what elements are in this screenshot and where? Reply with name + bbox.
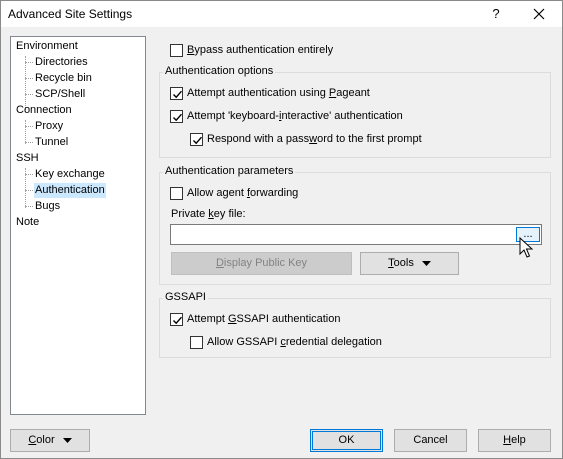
gssapi-auth-checkbox[interactable]: Attempt GSSAPI authentication	[170, 311, 341, 327]
tree-item-proxy[interactable]: Proxy	[34, 119, 64, 134]
tree-item-bugs[interactable]: Bugs	[34, 199, 61, 214]
agent-forwarding-checkbox[interactable]: Allow agent forwarding	[170, 185, 298, 201]
tree-connector	[25, 190, 33, 191]
checkbox-label: Respond with a password to the first pro…	[207, 133, 422, 145]
tree-item-key-exchange[interactable]: Key exchange	[34, 167, 106, 182]
checkbox-label: Allow GSSAPI credential delegation	[207, 336, 382, 348]
tree-item-environment[interactable]: Environment	[15, 39, 79, 54]
respond-password-checkbox[interactable]: Respond with a password to the first pro…	[190, 131, 422, 147]
color-label: Color	[28, 434, 55, 446]
tree-item-tunnel[interactable]: Tunnel	[34, 135, 69, 150]
title-bar: Advanced Site Settings ?	[1, 1, 562, 27]
checkbox-box[interactable]	[190, 132, 203, 146]
tree-connector	[25, 120, 26, 144]
tree-item-directories[interactable]: Directories	[34, 55, 89, 70]
advanced-site-settings-dialog: Advanced Site Settings ? Environment Dir…	[0, 0, 563, 459]
tree-item-ssh[interactable]: SSH	[15, 151, 40, 166]
window-title: Advanced Site Settings	[8, 7, 133, 21]
display-public-key-button: Display Public Key	[171, 252, 352, 275]
help-icon[interactable]: ?	[486, 4, 506, 24]
checkbox-label: Attempt GSSAPI authentication	[187, 313, 341, 325]
checkbox-label: Attempt authentication using Pageant	[187, 87, 370, 99]
tree-item-note[interactable]: Note	[15, 215, 40, 230]
help-button[interactable]: Help	[478, 429, 551, 452]
tree-item-scp-shell[interactable]: SCP/Shell	[34, 87, 86, 102]
tree-connector	[25, 78, 33, 79]
tree-connector	[25, 142, 33, 143]
checkbox-label: Allow agent forwarding	[187, 187, 299, 199]
settings-tree[interactable]: Environment Directories Recycle bin SCP/…	[10, 36, 146, 415]
caret-down-icon	[421, 261, 431, 266]
cancel-button[interactable]: Cancel	[394, 429, 467, 452]
bypass-auth-checkbox[interactable]: Bypass authentication entirely	[170, 42, 333, 58]
tree-connector	[25, 174, 33, 175]
private-key-label: Private key file:	[171, 208, 246, 220]
tree-item-authentication[interactable]: Authentication	[34, 183, 106, 198]
checkbox-box[interactable]	[170, 186, 183, 200]
keyboard-interactive-checkbox[interactable]: Attempt 'keyboard-interactive' authentic…	[170, 108, 403, 124]
checkbox-label: Attempt 'keyboard-interactive' authentic…	[187, 110, 403, 122]
tools-dropdown-button[interactable]: Tools	[360, 252, 459, 275]
gssapi-title: GSSAPI	[163, 291, 208, 303]
tree-connector	[25, 94, 33, 95]
tools-label: Tools	[388, 257, 414, 269]
checkbox-label: Bypass authentication entirely	[187, 44, 334, 56]
tree-connector	[25, 126, 33, 127]
checkbox-box[interactable]	[170, 43, 183, 57]
tree-item-recycle-bin[interactable]: Recycle bin	[34, 71, 93, 86]
checkbox-box[interactable]	[190, 335, 203, 349]
checkbox-box[interactable]	[170, 86, 183, 100]
auth-options-title: Authentication options	[163, 65, 276, 77]
private-key-input[interactable]	[170, 224, 542, 245]
ok-button[interactable]: OK	[310, 429, 383, 452]
gssapi-delegation-checkbox[interactable]: Allow GSSAPI credential delegation	[190, 334, 382, 350]
pageant-checkbox[interactable]: Attempt authentication using Pageant	[170, 85, 370, 101]
checkbox-box[interactable]	[170, 109, 183, 123]
close-icon[interactable]	[528, 4, 550, 24]
checkbox-box[interactable]	[170, 312, 183, 326]
mouse-cursor-icon	[519, 237, 533, 258]
auth-params-title: Authentication parameters	[163, 165, 296, 177]
tree-connector	[25, 62, 33, 63]
color-dropdown-button[interactable]: Color	[10, 429, 90, 452]
tree-item-connection[interactable]: Connection	[15, 103, 73, 118]
caret-down-icon	[62, 438, 72, 443]
tree-connector	[25, 206, 33, 207]
